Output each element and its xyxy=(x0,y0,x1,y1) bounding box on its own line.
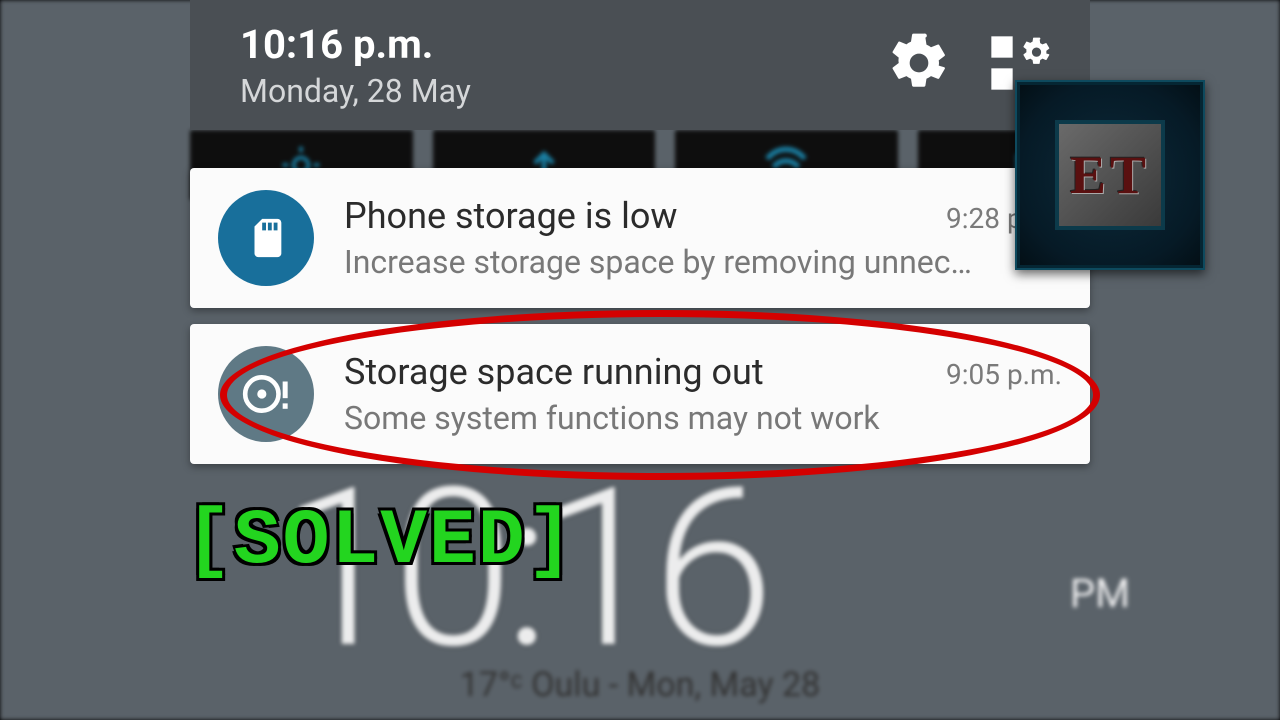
notification-subtitle: Increase storage space by removing unnec… xyxy=(344,243,1062,281)
shade-time: 10:16 p.m. xyxy=(240,21,471,68)
channel-watermark: ET xyxy=(1015,80,1205,270)
notification-shade-header: 10:16 p.m. Monday, 28 May xyxy=(190,0,1090,130)
notification-list: Phone storage is low 9:28 p.m. Increase … xyxy=(190,168,1090,480)
gear-icon[interactable] xyxy=(887,31,951,99)
disc-alert-icon xyxy=(218,346,314,442)
notification-subtitle: Some system functions may not work xyxy=(344,399,1062,437)
notification-card[interactable]: Phone storage is low 9:28 p.m. Increase … xyxy=(190,168,1090,308)
notification-card[interactable]: Storage space running out 9:05 p.m. Some… xyxy=(190,324,1090,464)
notification-title: Phone storage is low xyxy=(344,195,934,237)
shade-datetime: 10:16 p.m. Monday, 28 May xyxy=(240,21,471,110)
annotation-solved-label: [SOLVED] xyxy=(185,498,575,586)
watermark-text: ET xyxy=(1055,120,1165,230)
notification-title: Storage space running out xyxy=(344,351,934,393)
homescreen-weather: 17°ᶜ Oulu - Mon, May 28 xyxy=(0,665,1280,705)
shade-date: Monday, 28 May xyxy=(240,72,471,110)
notification-timestamp: 9:05 p.m. xyxy=(946,358,1062,391)
homescreen-ampm: PM xyxy=(1070,570,1130,617)
sdcard-icon xyxy=(218,190,314,286)
